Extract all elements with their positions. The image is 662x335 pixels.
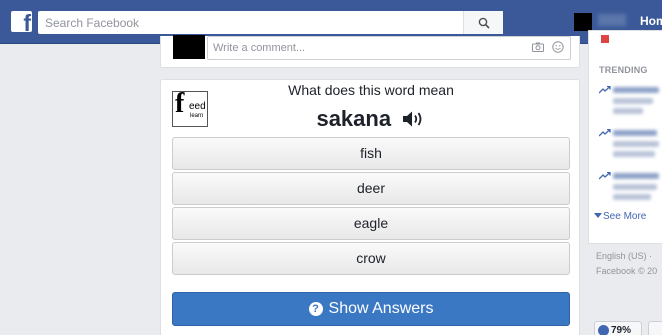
trending-desc-blurred (613, 151, 655, 157)
show-answers-button[interactable]: ? Show Answers (172, 292, 570, 326)
trending-desc-blurred (613, 194, 651, 200)
trending-desc-blurred (613, 108, 643, 114)
answer-option-deer[interactable]: deer (172, 172, 570, 205)
trending-title-blurred (613, 130, 657, 136)
trending-panel: TRENDING See More (588, 30, 662, 244)
camera-icon[interactable] (532, 42, 544, 52)
quiz-question: What does this word mean (288, 82, 454, 98)
trending-desc-blurred (613, 184, 657, 190)
see-more-label: See More (603, 211, 647, 222)
home-link[interactable]: Hom (640, 14, 662, 28)
comment-input[interactable]: Write a comment... (207, 36, 571, 60)
search-input[interactable] (38, 11, 458, 34)
copyright-text: Facebook © 20 (596, 266, 658, 276)
question-mark-icon: ? (308, 302, 323, 316)
answer-option-crow[interactable]: crow (172, 242, 570, 275)
trending-title-blurred (613, 173, 659, 179)
vocabulary-quiz-card: f eed learn What does this word mean sak… (160, 79, 580, 335)
language-selector[interactable]: English (US) · (596, 251, 652, 261)
status-percent: 79% (611, 325, 632, 335)
show-answers-label: Show Answers (328, 300, 434, 317)
status-chip[interactable]: 79% (594, 321, 642, 335)
commenter-avatar (173, 35, 205, 59)
trending-desc-blurred (613, 141, 659, 147)
comment-placeholder: Write a comment... (213, 42, 306, 54)
globe-icon (598, 325, 609, 335)
chevron-down-icon (594, 213, 602, 218)
notification-marker (601, 35, 609, 43)
trending-arrow-icon (599, 172, 611, 180)
user-name-blurred[interactable] (598, 14, 626, 26)
trending-title-blurred (613, 87, 659, 93)
answer-option-fish[interactable]: fish (172, 137, 570, 170)
search-bar (38, 11, 503, 34)
quiz-word: sakana (316, 106, 392, 131)
answer-option-eagle[interactable]: eagle (172, 207, 570, 240)
trending-arrow-icon (599, 86, 611, 94)
comment-composer: Write a comment... (160, 35, 580, 68)
quiz-word-row: sakana (161, 106, 581, 132)
facebook-logo-icon[interactable]: f (11, 11, 32, 32)
trending-arrow-icon (599, 129, 611, 137)
see-more-link[interactable]: See More (594, 211, 647, 222)
trending-desc-blurred (613, 98, 653, 104)
secondary-chip[interactable] (648, 321, 662, 335)
trending-heading: TRENDING (599, 65, 648, 75)
search-button[interactable] (463, 11, 503, 34)
search-icon (478, 17, 490, 29)
user-avatar[interactable] (574, 13, 592, 31)
speaker-icon[interactable] (402, 110, 426, 128)
emoji-icon[interactable] (552, 41, 564, 53)
